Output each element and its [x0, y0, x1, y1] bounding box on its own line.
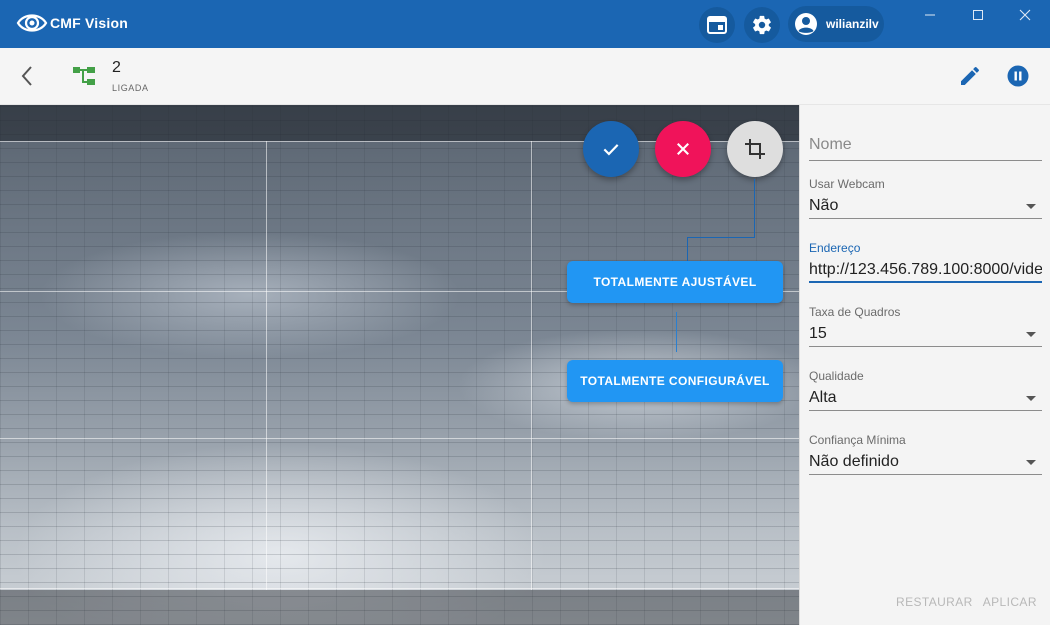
address-label: Endereço	[809, 241, 861, 255]
webcam-selected: Não	[809, 197, 839, 214]
preview-bottom-shade	[0, 590, 799, 625]
dropdown-arrow-icon	[1026, 460, 1036, 465]
app-name: CMF Vision	[50, 15, 128, 31]
back-button[interactable]	[14, 63, 40, 89]
app-window: CMF Vision wilianzilv 2 LIGADA TOTALMENT…	[0, 0, 1050, 625]
eye-logo-icon	[16, 14, 48, 32]
apply-button[interactable]: APLICAR	[983, 595, 1037, 609]
settings-button[interactable]	[744, 7, 780, 43]
tooltip-connector	[687, 237, 688, 261]
fps-selected: 15	[809, 325, 827, 342]
edit-button[interactable]	[958, 64, 982, 88]
dropdown-arrow-icon	[1026, 332, 1036, 337]
tooltip-configurable: TOTALMENTE CONFIGURÁVEL	[567, 360, 783, 402]
reset-button[interactable]: RESTAURAR	[896, 595, 973, 609]
check-icon	[603, 144, 619, 156]
close-window-button[interactable]	[1015, 5, 1035, 25]
dropdown-arrow-icon	[1026, 204, 1036, 209]
gear-icon	[753, 15, 771, 35]
layout-button[interactable]	[699, 7, 735, 43]
pencil-icon	[961, 66, 980, 85]
name-field[interactable]: Nome	[809, 132, 1042, 161]
user-name: wilianzilv	[826, 17, 879, 31]
quality-select[interactable]: Qualidade Alta	[809, 369, 1042, 411]
confidence-selected: Não definido	[809, 453, 899, 470]
minimize-button[interactable]	[920, 5, 940, 25]
quality-selected: Alta	[809, 389, 837, 406]
close-icon	[1019, 9, 1031, 21]
address-input[interactable]: http://123.456.789.100:8000/vide	[809, 257, 1042, 283]
confidence-value[interactable]: Não definido	[809, 449, 1042, 475]
quality-value[interactable]: Alta	[809, 385, 1042, 411]
tooltip-connector	[676, 312, 677, 352]
tooltip-connector	[754, 179, 755, 237]
camera-toolbar: 2 LIGADA	[0, 48, 1050, 105]
confirm-button[interactable]	[583, 121, 639, 177]
webcam-label: Usar Webcam	[809, 177, 885, 191]
quality-label: Qualidade	[809, 369, 864, 383]
confidence-label: Confiança Mínima	[809, 433, 906, 447]
maximize-icon	[973, 10, 983, 20]
layout-icon	[707, 16, 727, 34]
address-field[interactable]: Endereço http://123.456.789.100:8000/vid…	[809, 241, 1042, 283]
crop-icon	[745, 139, 765, 159]
name-input[interactable]: Nome	[809, 132, 1042, 161]
camera-status: LIGADA	[112, 83, 149, 93]
form-actions: RESTAURAR APLICAR	[896, 595, 1037, 609]
fps-value[interactable]: 15	[809, 321, 1042, 347]
dropdown-arrow-icon	[1026, 396, 1036, 401]
tooltip-connector	[687, 237, 755, 238]
camera-settings-panel: Nome Usar Webcam Não Endereço http://123…	[799, 105, 1050, 625]
grid-line-horizontal	[0, 588, 799, 589]
maximize-button[interactable]	[968, 5, 988, 25]
webcam-select[interactable]: Usar Webcam Não	[809, 177, 1042, 219]
title-bar: CMF Vision wilianzilv	[0, 0, 1050, 48]
camera-preview[interactable]: TOTALMENTE AJUSTÁVEL TOTALMENTE CONFIGUR…	[0, 105, 799, 625]
tree-structure-icon	[73, 67, 95, 85]
pause-button[interactable]	[1006, 64, 1030, 88]
webcam-value[interactable]: Não	[809, 193, 1042, 219]
user-menu-button[interactable]: wilianzilv	[788, 6, 884, 42]
fps-select[interactable]: Taxa de Quadros 15	[809, 305, 1042, 347]
camera-title: 2	[112, 59, 121, 76]
account-circle-icon	[795, 13, 817, 35]
app-logo: CMF Vision	[16, 10, 128, 36]
chevron-left-icon	[21, 66, 32, 86]
pause-icon	[1007, 65, 1029, 87]
cancel-button[interactable]	[655, 121, 711, 177]
crop-button[interactable]	[727, 121, 783, 177]
close-icon	[677, 143, 689, 155]
grid-line-vertical	[531, 141, 532, 590]
minimize-icon	[925, 14, 935, 16]
tooltip-adjustable: TOTALMENTE AJUSTÁVEL	[567, 261, 783, 303]
grid-line-horizontal	[0, 438, 799, 439]
confidence-select[interactable]: Confiança Mínima Não definido	[809, 433, 1042, 475]
grid-line-vertical	[266, 141, 267, 590]
fps-label: Taxa de Quadros	[809, 305, 901, 319]
